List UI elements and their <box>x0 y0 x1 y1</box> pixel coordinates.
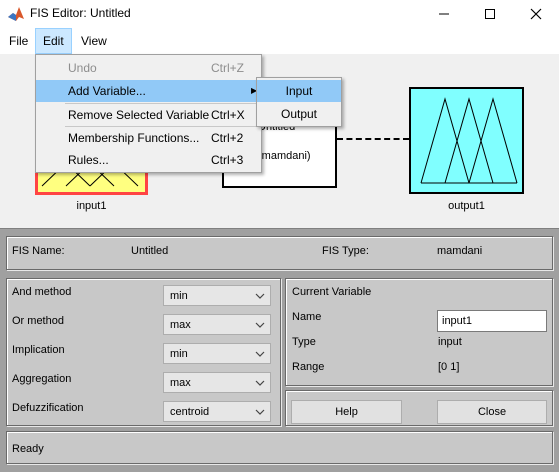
menu-item-label: Rules... <box>68 153 109 167</box>
variable-range-value: [0 1] <box>438 361 460 373</box>
and-method-label: And method <box>12 286 72 298</box>
variable-type-label: Type <box>292 336 316 348</box>
implication-select[interactable]: min <box>163 343 271 364</box>
status-bar <box>6 431 553 464</box>
menu-item-shortcut: Ctrl+X <box>211 108 245 122</box>
maximize-button[interactable] <box>467 0 513 28</box>
fis-name-value: Untitled <box>131 245 169 257</box>
fis-system-type: (mamdani) <box>258 150 311 162</box>
menu-item-shortcut: Ctrl+Z <box>211 61 244 75</box>
defuzzification-label: Defuzzification <box>12 402 84 414</box>
close-button[interactable]: Close <box>437 400 547 424</box>
or-method-select[interactable]: max <box>163 314 271 335</box>
aggregation-value: max <box>170 377 191 389</box>
connector-line <box>337 138 409 140</box>
menu-item-shortcut: Ctrl+3 <box>211 153 244 167</box>
fis-type-label: FIS Type: <box>322 245 369 257</box>
implication-label: Implication <box>12 344 65 356</box>
close-icon <box>530 8 542 20</box>
output-membership-functions <box>420 97 518 184</box>
chevron-down-icon <box>255 409 265 415</box>
maximize-icon <box>485 9 495 19</box>
variable-type-value: input <box>438 336 462 348</box>
menu-item-remove-variable[interactable]: Remove Selected Variable Ctrl+X <box>36 104 261 126</box>
submenu-item-output[interactable]: Output <box>257 103 341 125</box>
minimize-button[interactable] <box>421 0 467 28</box>
menu-item-label: Remove Selected Variable <box>68 108 210 122</box>
variable-range-label: Range <box>292 361 325 373</box>
aggregation-select[interactable]: max <box>163 372 271 393</box>
menu-item-label: Membership Functions... <box>68 131 200 145</box>
menu-file[interactable]: File <box>2 28 35 54</box>
fis-name-label: FIS Name: <box>12 245 65 257</box>
submenu-item-input[interactable]: Input <box>257 80 341 102</box>
fis-type-value: mamdani <box>437 245 483 257</box>
menu-item-label: Add Variable... <box>68 84 146 98</box>
chevron-down-icon <box>255 322 265 328</box>
input-variable-label: input1 <box>76 200 107 212</box>
variable-name-value: input1 <box>442 315 472 327</box>
menu-item-membership-functions[interactable]: Membership Functions... Ctrl+2 <box>36 127 261 149</box>
minimize-icon <box>439 13 449 15</box>
menu-item-rules[interactable]: Rules... Ctrl+3 <box>36 149 261 171</box>
variable-name-label: Name <box>292 311 322 323</box>
menu-item-label: Undo <box>68 61 97 75</box>
menu-item-add-variable[interactable]: Add Variable... ▶ <box>36 80 261 102</box>
menu-edit[interactable]: Edit <box>35 28 72 54</box>
and-method-value: min <box>170 290 188 302</box>
output-variable-block[interactable] <box>409 87 524 194</box>
chevron-down-icon <box>255 380 265 386</box>
or-method-value: max <box>170 319 191 331</box>
menu-view[interactable]: View <box>74 28 114 54</box>
chevron-down-icon <box>255 351 265 357</box>
and-method-select[interactable]: min <box>163 285 271 306</box>
current-variable-heading: Current Variable <box>292 286 372 298</box>
status-text: Ready <box>12 443 44 455</box>
aggregation-label: Aggregation <box>12 373 72 385</box>
defuzzification-value: centroid <box>170 406 210 418</box>
defuzzification-select[interactable]: centroid <box>163 401 271 422</box>
help-button[interactable]: Help <box>291 400 402 424</box>
matlab-app-icon <box>7 5 25 23</box>
chevron-down-icon <box>255 293 265 299</box>
output-variable-label: output1 <box>448 200 485 212</box>
menu-item-undo[interactable]: Undo Ctrl+Z <box>36 57 261 79</box>
menu-item-shortcut: Ctrl+2 <box>211 131 244 145</box>
implication-value: min <box>170 348 188 360</box>
variable-name-input[interactable]: input1 <box>437 310 547 332</box>
or-method-label: Or method <box>12 315 64 327</box>
window-title: FIS Editor: Untitled <box>30 6 131 20</box>
close-window-button[interactable] <box>513 0 559 28</box>
